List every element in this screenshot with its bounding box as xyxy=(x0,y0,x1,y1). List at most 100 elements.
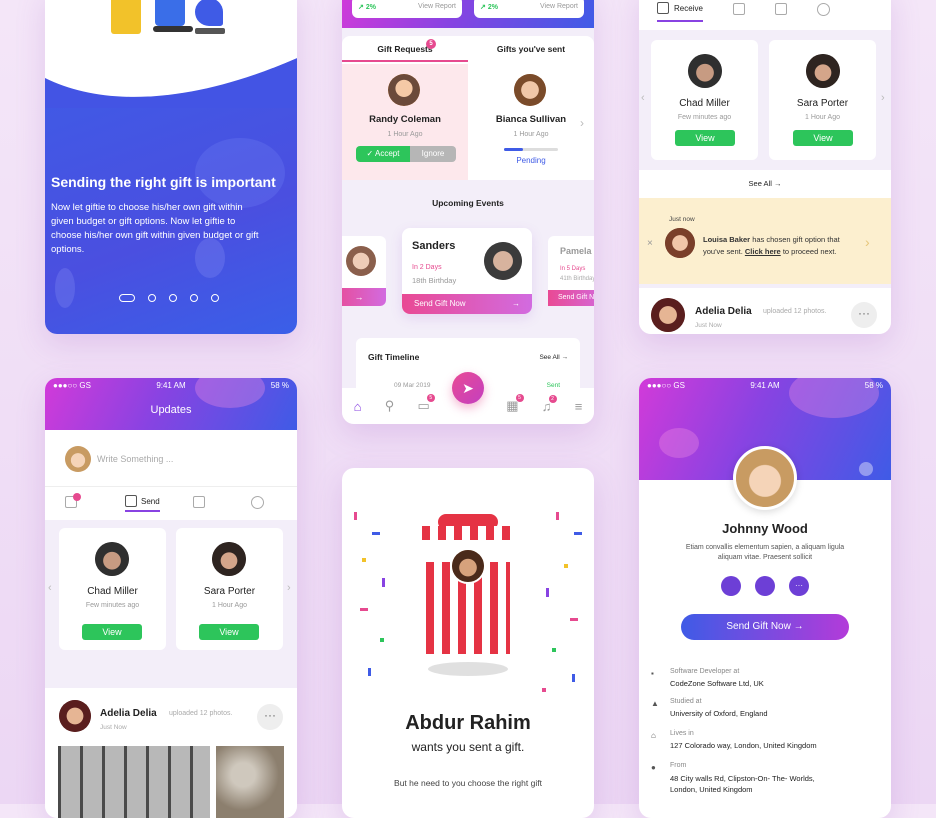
write-input[interactable]: Write Something ... xyxy=(97,454,173,464)
avatar xyxy=(65,446,91,472)
notification[interactable]: Just now × Louisa Baker has chosen gift … xyxy=(639,198,891,284)
chat-icon[interactable] xyxy=(755,576,775,596)
menu-icon[interactable]: ≡ xyxy=(575,399,583,414)
person-card[interactable]: Sara Porter 1 Hour Ago View xyxy=(769,40,876,160)
gift-icon xyxy=(657,2,669,14)
avatar xyxy=(388,74,420,106)
sent-time: 1 Hour Ago xyxy=(513,131,549,138)
event-type: 18th Birthday xyxy=(412,276,457,285)
event-card[interactable]: Sanders In 2 Days 18th Birthday Send Gif… xyxy=(402,228,532,314)
notif-time: Just now xyxy=(669,216,695,223)
sender-line: wants you sent a gift. xyxy=(411,740,525,754)
gift-box-icon[interactable] xyxy=(732,3,745,15)
person-time: Few minutes ago xyxy=(677,114,732,121)
camera-icon[interactable] xyxy=(859,462,873,476)
close-icon[interactable]: × xyxy=(647,238,653,249)
post-time: Just Now xyxy=(100,724,127,731)
chevron-right-icon[interactable]: › xyxy=(287,582,291,594)
pager-dot[interactable] xyxy=(190,294,198,302)
chevron-right-icon[interactable]: › xyxy=(865,234,870,250)
timeline-see-all[interactable]: See All → xyxy=(539,354,568,361)
gift-icon[interactable] xyxy=(65,493,81,508)
pager-dot[interactable] xyxy=(148,294,156,302)
event2-days: In 5 Days xyxy=(560,266,586,272)
onboarding-screen: Sending the right gift is important Now … xyxy=(45,0,297,334)
ignore-button[interactable]: Ignore xyxy=(410,146,456,162)
stat-2: ↗ 2% xyxy=(480,4,498,11)
avatar xyxy=(95,542,129,576)
view-button[interactable]: View xyxy=(793,130,853,146)
chevron-left-icon[interactable]: ‹ xyxy=(48,582,52,594)
tab-receive[interactable]: Receive xyxy=(657,0,703,22)
history-icon[interactable] xyxy=(251,496,264,509)
see-all-link[interactable]: See All → xyxy=(639,170,891,198)
event2-name: Pamela xyxy=(560,246,592,256)
post-action: uploaded 12 photos. xyxy=(169,710,233,717)
event-card-right[interactable]: Pamela In 5 Days 41th Birthday Send Gift… xyxy=(548,236,594,306)
send-gift-button[interactable]: Send Gift Now → xyxy=(402,294,532,314)
pager-dot[interactable] xyxy=(211,294,219,302)
post-action: uploaded 12 photos. xyxy=(763,308,827,315)
more-icon[interactable]: ··· xyxy=(851,302,877,328)
event-name: Sanders xyxy=(412,240,456,252)
gift-box-illustration xyxy=(422,514,514,656)
tab-gift-requests[interactable]: Gift Requests 5 xyxy=(342,36,468,62)
gift-requests-screen: ↗ 2% View Report ↗ 2% View Report Gift R… xyxy=(342,0,594,424)
person-card[interactable]: Chad Miller Few minutes ago View xyxy=(59,528,166,650)
tab-gifts-sent[interactable]: Gifts you've sent xyxy=(468,36,594,62)
post-name: Adelia Delia xyxy=(100,708,157,719)
profile-avatar[interactable] xyxy=(733,446,797,510)
send-fab[interactable]: ➤ xyxy=(452,372,484,404)
chevron-right-icon[interactable]: › xyxy=(580,116,584,130)
history-icon[interactable] xyxy=(816,2,830,16)
photo[interactable] xyxy=(216,746,284,818)
accept-button[interactable]: ✓ Accept xyxy=(356,146,410,162)
illustration xyxy=(45,0,297,48)
event-card-left[interactable]: → xyxy=(342,236,386,306)
person-name: Chad Miller xyxy=(679,98,730,109)
avatar xyxy=(688,54,722,88)
more-icon[interactable]: ··· xyxy=(257,704,283,730)
view-report-link[interactable]: View Report xyxy=(418,3,456,11)
pager-dot-active[interactable] xyxy=(119,294,135,302)
avatar xyxy=(514,74,546,106)
send-gift-button[interactable]: Send Gift Now → xyxy=(681,614,849,640)
user-icon[interactable] xyxy=(721,576,741,596)
post-name: Adelia Delia xyxy=(695,306,752,317)
pager-dot[interactable] xyxy=(169,294,177,302)
search-icon[interactable]: ⚲ xyxy=(385,398,395,414)
view-button[interactable]: View xyxy=(199,624,259,640)
timeline-title: Gift Timeline xyxy=(368,352,420,362)
calendar-icon[interactable]: ▦ 5 xyxy=(506,394,524,414)
location-icon: ● xyxy=(651,763,656,772)
more-icon[interactable]: ··· xyxy=(789,576,809,596)
view-button[interactable]: View xyxy=(82,624,142,640)
chat-icon[interactable]: ▭ 5 xyxy=(417,394,435,414)
calendar-icon[interactable] xyxy=(193,496,205,508)
onboarding-body: Now let giftie to choose his/her own gif… xyxy=(51,202,259,255)
profile-bio: Etiam convallis elementum sapien, a aliq… xyxy=(685,544,845,561)
home-icon[interactable]: ⌂ xyxy=(354,399,362,414)
tab-send[interactable]: Send xyxy=(125,492,160,512)
person-name: Chad Miller xyxy=(87,586,138,597)
gift-icon xyxy=(125,495,137,507)
avatar xyxy=(665,228,695,258)
sender-name: Abdur Rahim xyxy=(405,712,531,734)
person-card[interactable]: Chad Miller Few minutes ago View xyxy=(651,40,758,160)
chevron-right-icon[interactable]: › xyxy=(881,92,885,104)
event2-type: 41th Birthday xyxy=(560,276,594,282)
profile-name: Johnny Wood xyxy=(722,521,808,536)
person-name: Sara Porter xyxy=(796,98,849,109)
click-here-link[interactable]: Click here xyxy=(745,247,781,256)
chevron-left-icon[interactable]: ‹ xyxy=(641,92,645,104)
photo[interactable] xyxy=(58,746,210,818)
person-card[interactable]: Sara Porter 1 Hour Ago View xyxy=(176,528,283,650)
pager-dots[interactable] xyxy=(119,294,219,302)
bell-icon[interactable]: ♫ 2 xyxy=(542,394,557,414)
view-report-link[interactable]: View Report xyxy=(540,3,578,11)
view-button[interactable]: View xyxy=(675,130,735,146)
event2-button[interactable]: Send Gift N xyxy=(548,290,594,306)
avatar xyxy=(806,54,840,88)
calendar-icon[interactable] xyxy=(774,3,787,15)
avatar xyxy=(59,700,91,732)
